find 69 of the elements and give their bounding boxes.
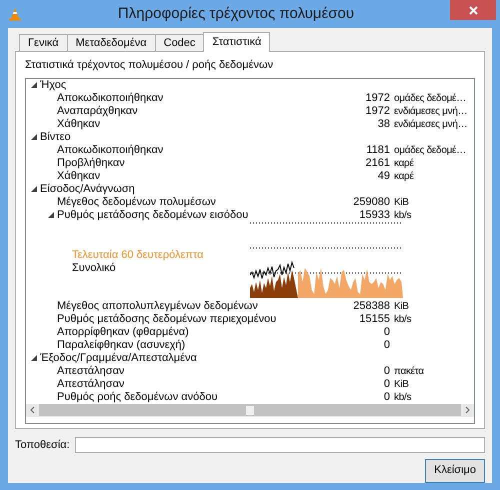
stat-unit: ομάδες δεδομέ… xyxy=(394,144,466,156)
expanded-arrow-icon[interactable] xyxy=(31,134,37,140)
stat-unit: καρέ xyxy=(394,170,414,182)
expanded-arrow-icon[interactable] xyxy=(48,212,54,218)
stat-label: Απεστάλησαν xyxy=(57,364,124,378)
location-label: Τοποθεσία: xyxy=(15,438,67,453)
stat-label: Αναπαράχθηκαν xyxy=(57,104,138,118)
stat-value: 258388 xyxy=(353,300,391,312)
tree-section-label[interactable]: Είσοδος/Ανάγνωση xyxy=(40,182,135,196)
panel-heading: Στατιστικά τρέχοντος πολυμέσου / ροής δεδομένων xyxy=(25,58,274,73)
scroll-right-icon[interactable] xyxy=(465,406,470,414)
stat-unit: καρέ xyxy=(394,158,414,168)
tab[interactable]: Μεταδεδομένα xyxy=(66,34,156,51)
scroll-left-icon[interactable] xyxy=(30,406,35,414)
stat-value: 0 xyxy=(384,338,391,352)
stat-value: 38 xyxy=(378,118,391,130)
stat-unit: ομάδες δεδομέ… xyxy=(394,92,466,104)
stat-label: Ρυθμός ροής δεδομένων ανόδου xyxy=(57,390,218,404)
stat-unit: kb/s xyxy=(394,392,412,402)
stat-label: Παραλείφθηκαν (ασυνεχή) xyxy=(57,338,186,352)
close-button[interactable] xyxy=(450,0,496,20)
tree-section-label[interactable]: Έξοδος/Γραμμένα/Απεσταλμένα xyxy=(40,352,197,364)
scroll-thumb[interactable] xyxy=(246,406,254,414)
stat-value: 259080 xyxy=(353,196,391,208)
stat-label: Ρυθμός μετάδοσης δεδομένων εισόδου xyxy=(57,208,248,222)
expanded-arrow-icon[interactable] xyxy=(31,82,37,88)
stat-value: 0 xyxy=(384,390,391,404)
stat-label: Αποκωδικοποιήθηκαν xyxy=(57,144,164,156)
stat-unit: kb/s xyxy=(394,314,412,324)
stat-label: Απεστάλησαν xyxy=(57,378,124,390)
close-icon xyxy=(468,6,478,14)
stat-unit: ενδιάμεσες μνή… xyxy=(394,106,468,116)
close-dialog-button[interactable]: Κλείσιμο xyxy=(425,458,485,482)
stat-value: 49 xyxy=(378,170,391,182)
legend-recent: Τελευταία 60 δευτερόλεπτα xyxy=(72,248,205,262)
stat-unit: KiB xyxy=(394,300,409,312)
horizontal-scrollbar[interactable] xyxy=(26,404,474,416)
tab[interactable]: Γενικά xyxy=(19,34,68,51)
legend-total: Συνολικό xyxy=(72,262,117,274)
stat-value: 0 xyxy=(384,378,391,390)
stat-label: Ρυθμός μετάδοσης δεδομένων περιεχομένου xyxy=(57,312,276,326)
window-title: Πληροφορίες τρέχοντος πολυμέσου xyxy=(116,4,356,24)
stat-value: 1972 xyxy=(366,104,391,118)
stat-value: 1972 xyxy=(366,92,391,104)
stat-value: 15155 xyxy=(359,312,391,326)
stat-unit: πακέτα xyxy=(394,366,424,376)
stat-unit: kb/s xyxy=(394,210,412,220)
stat-unit: KiB xyxy=(394,378,409,390)
stat-value: 15933 xyxy=(359,208,391,222)
stat-label: Προβλήθηκαν xyxy=(57,156,125,170)
stat-label: Χάθηκαν xyxy=(57,118,100,130)
tab[interactable]: Στατιστικά xyxy=(203,32,270,52)
expanded-arrow-icon[interactable] xyxy=(31,355,37,361)
stat-label: Χάθηκαν xyxy=(57,170,100,182)
stat-value: 0 xyxy=(384,364,391,378)
stat-value: 2161 xyxy=(366,156,391,170)
stat-unit: KiB xyxy=(394,196,409,208)
location-field[interactable] xyxy=(75,437,485,454)
stat-label: Μέγεθος δεδομένων πολυμέσων xyxy=(57,196,216,208)
stat-label: Απορρίφθηκαν (φθαρμένα) xyxy=(57,326,189,338)
expanded-arrow-icon[interactable] xyxy=(31,186,37,192)
stat-value: 0 xyxy=(384,326,391,338)
tree-section-label[interactable]: Ήχος xyxy=(40,78,66,92)
stat-unit: ενδιάμεσες μνή… xyxy=(394,118,468,130)
stat-label: Αποκωδικοποιήθηκαν xyxy=(57,92,164,104)
stat-value: 1181 xyxy=(366,144,391,156)
tree-section-label[interactable]: Βίντεο xyxy=(40,130,71,144)
traffic-cone-icon xyxy=(8,7,22,21)
stat-label: Μέγεθος αποπολυπλεγμένων δεδομένων xyxy=(57,300,258,312)
